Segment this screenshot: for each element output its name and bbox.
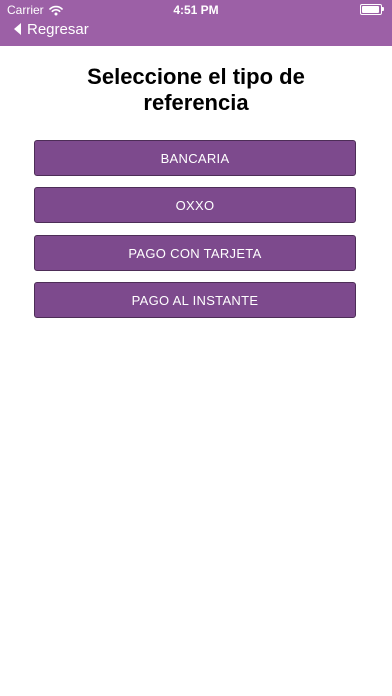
option-label: PAGO CON TARJETA <box>128 245 262 261</box>
option-pago-con-tarjeta-button[interactable]: PAGO CON TARJETA <box>34 235 356 271</box>
option-pago-al-instante-button[interactable]: PAGO AL INSTANTE <box>34 282 356 318</box>
chevron-left-icon <box>14 23 21 35</box>
page-title: Seleccione el tipo de referencia <box>0 64 392 116</box>
option-bancaria-button[interactable]: BANCARIA <box>34 140 356 176</box>
option-label: BANCARIA <box>160 150 230 166</box>
page-title-line2: referencia <box>143 90 249 115</box>
option-oxxo-button[interactable]: OXXO <box>34 187 356 223</box>
app-header: Carrier 4:51 PM Regresar <box>0 0 392 46</box>
option-label: PAGO AL INSTANTE <box>131 292 259 308</box>
status-time: 4:51 PM <box>173 3 219 17</box>
back-button-label: Regresar <box>27 20 89 38</box>
status-bar: Carrier 4:51 PM <box>0 0 392 20</box>
option-label: OXXO <box>175 197 215 213</box>
page-title-line1: Seleccione el tipo de <box>87 64 305 89</box>
battery-icon <box>360 4 384 15</box>
back-button[interactable]: Regresar <box>14 19 89 39</box>
